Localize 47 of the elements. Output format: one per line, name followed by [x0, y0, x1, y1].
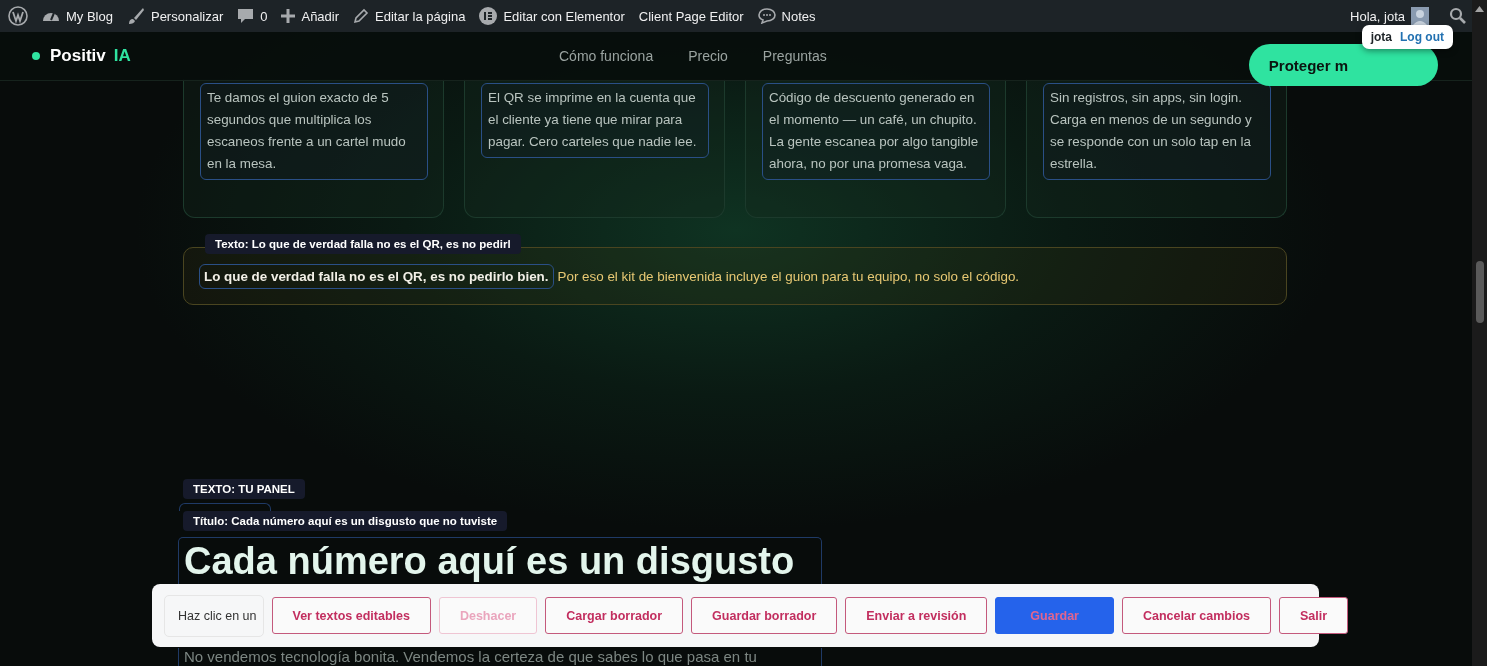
- logo-accent[interactable]: IA: [113, 46, 131, 66]
- admin-bar-link[interactable]: Editar la página: [375, 8, 466, 24]
- comment-icon: [237, 8, 255, 24]
- scroll-up-icon[interactable]: [1475, 6, 1484, 12]
- editor-tag: Título: Cada número aquí es un disgusto que no tuviste: [183, 511, 508, 531]
- admin-bar-link[interactable]: My Blog: [66, 8, 113, 24]
- status-field: Haz clic en un: [164, 594, 264, 637]
- card-text[interactable]: Te damos el guion exacto de 5 segundos que multiplica los escaneos frente a un cartel mudo en la mesa.: [200, 83, 428, 180]
- wordpress-icon[interactable]: [8, 6, 28, 26]
- logo-text[interactable]: Positiv: [50, 46, 106, 66]
- plus-icon: [281, 9, 296, 23]
- toolbar-button[interactable]: Guardar borrador: [691, 597, 838, 634]
- brush-icon: [126, 7, 145, 25]
- nav-link[interactable]: Precio: [688, 48, 728, 64]
- admin-bar-link[interactable]: 0: [260, 8, 268, 24]
- admin-bar-link[interactable]: Personalizar: [150, 8, 224, 24]
- search-icon[interactable]: [1449, 7, 1467, 25]
- tip-highlight[interactable]: Lo que de verdad falla no es el QR, es no pedirlo bien.: [199, 263, 554, 289]
- toolbar-button[interactable]: Ver textos editables: [271, 597, 431, 634]
- admin-bar-link[interactable]: Client Page Editor: [638, 8, 744, 24]
- toolbar-button[interactable]: Salir: [1279, 597, 1349, 634]
- toolbar-button[interactable]: Enviar a revisión: [845, 597, 988, 634]
- cta-button[interactable]: Proteger m: [1248, 44, 1438, 86]
- pencil-icon: [353, 8, 370, 24]
- scrollbar[interactable]: [1472, 0, 1487, 666]
- editor-tag: Texto: Lo que de verdad falla no es el QR, es no pedirl: [205, 234, 521, 254]
- speech-bubble-icon: [757, 8, 776, 24]
- card-text[interactable]: El QR se imprime en la cuenta que el cliente ya tiene que mirar para pagar. Cero carteles que nadie lee.: [481, 83, 709, 158]
- editor-tag: TEXTO: TU PANEL: [183, 479, 305, 499]
- scroll-thumb[interactable]: [1475, 261, 1484, 323]
- card-text[interactable]: Sin registros, sin apps, sin login. Carga en menos de un segundo y se responde con un solo tap en la estrella.: [1043, 83, 1271, 180]
- admin-bar-link[interactable]: Notes: [781, 8, 816, 24]
- admin-bar-link[interactable]: Añadir: [301, 8, 340, 24]
- tip-text: Por eso el kit de bienvenida incluye el guion para tu equipo, no solo el código.: [557, 268, 1020, 284]
- toolbar-button[interactable]: Cargar borrador: [545, 597, 684, 634]
- avatar-icon: [1411, 7, 1429, 25]
- elementor-icon: [479, 7, 498, 25]
- greeting-link[interactable]: Hola, jota: [1350, 8, 1405, 24]
- user-name: jota: [1370, 30, 1392, 44]
- toolbar-button[interactable]: Cancelar cambios: [1122, 597, 1271, 634]
- panel-paragraph[interactable]: No vendemos tecnología bonita. Vendemos la certeza de que sabes lo que pasa en tu: [178, 648, 822, 666]
- card-text[interactable]: Código de descuento generado en el momento — un café, un chupito. La gente escanea por algo tangible ahora, no por una promesa vaga.: [762, 83, 990, 180]
- admin-bar-link[interactable]: Editar con Elementor: [503, 8, 625, 24]
- nav-link[interactable]: Cómo funciona: [559, 48, 654, 64]
- nav-link[interactable]: Preguntas: [762, 48, 827, 64]
- logout-link[interactable]: Log out: [1400, 30, 1444, 44]
- status-dot: [32, 52, 40, 60]
